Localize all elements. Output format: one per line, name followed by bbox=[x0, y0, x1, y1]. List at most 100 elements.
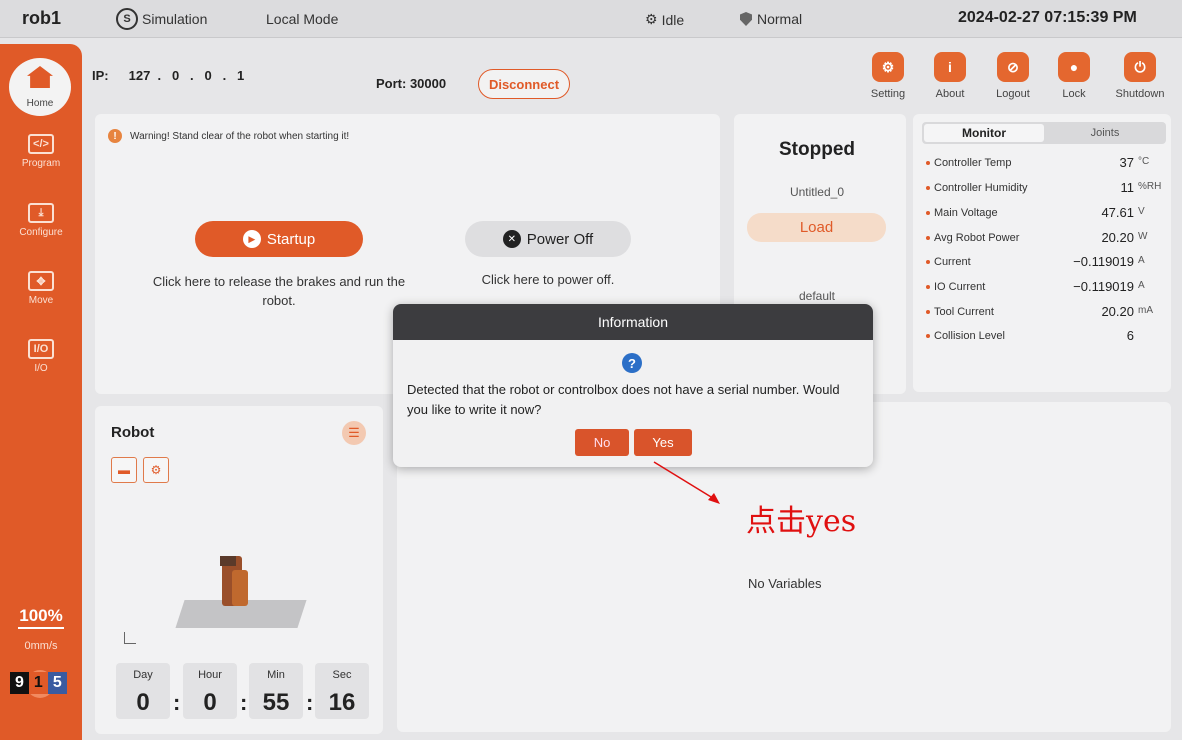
axis-indicator bbox=[124, 632, 136, 644]
arrow-line bbox=[653, 461, 717, 501]
logout-button[interactable]: ⊘ Logout bbox=[983, 52, 1043, 100]
power-off-button[interactable]: ✕ Power Off bbox=[465, 221, 631, 257]
timer-label: Sec bbox=[332, 669, 352, 681]
io-icon: I/O bbox=[28, 339, 54, 359]
robot-name: rob1 bbox=[22, 8, 62, 28]
timer-hour: Hour 0 bbox=[183, 663, 237, 719]
bullet bbox=[926, 211, 930, 215]
disconnect-button[interactable]: Disconnect bbox=[478, 69, 570, 99]
timer-value: 0 bbox=[136, 689, 150, 716]
monitor-row-unit: A bbox=[1138, 280, 1145, 291]
timer-label: Hour bbox=[198, 669, 222, 681]
simulation-indicator: S Simulation bbox=[116, 8, 207, 30]
program-name: Untitled_0 bbox=[789, 185, 845, 199]
monitor-row-unit: V bbox=[1138, 206, 1145, 217]
timer-day: Day 0 bbox=[116, 663, 170, 719]
sidebar-item-program[interactable]: </> Program bbox=[0, 134, 82, 169]
monitor-row-name: Collision Level bbox=[934, 330, 1005, 342]
timer-separator: : bbox=[240, 690, 248, 715]
bullet bbox=[926, 334, 930, 338]
ip-address: 127 . 0 . 0 . 1 bbox=[128, 68, 245, 83]
robot-view-button[interactable]: ⚙ bbox=[143, 457, 169, 483]
startup-hint: Click here to release the brakes and run… bbox=[152, 274, 406, 308]
monitor-row-value: 11 bbox=[1120, 180, 1135, 195]
datetime: 2024-02-27 07:15:39 PM bbox=[958, 9, 1137, 26]
shutdown-button[interactable]: ⏻ Shutdown bbox=[1110, 52, 1170, 100]
setting-label: Setting bbox=[870, 88, 906, 100]
load-button[interactable]: Load bbox=[747, 213, 886, 242]
power-icon: ⏻ bbox=[1124, 52, 1156, 82]
default-label: default bbox=[798, 289, 836, 303]
arrow-head bbox=[708, 493, 720, 504]
monitor-tabs: Monitor Joints bbox=[922, 122, 1166, 144]
tab-monitor[interactable]: Monitor bbox=[924, 124, 1044, 142]
sidebar-item-label: I/O bbox=[34, 363, 48, 374]
sidebar: Home </> Program ⤓ Configure ✥ Move I/O … bbox=[0, 44, 82, 740]
speed-value: 0mm/s bbox=[24, 640, 58, 652]
startup-label: Startup bbox=[266, 230, 316, 248]
warning-banner: ! Warning! Stand clear of the robot when… bbox=[108, 129, 349, 143]
robot-arm-joint bbox=[220, 556, 236, 566]
timer-sec: Sec 16 bbox=[315, 663, 369, 719]
speed-percentage[interactable]: 100% bbox=[0, 606, 82, 626]
monitor-row-value: 6 bbox=[1126, 328, 1134, 343]
monitor-row-value: 37 bbox=[1119, 155, 1134, 170]
sidebar-item-io[interactable]: I/O I/O bbox=[0, 339, 82, 374]
startup-button[interactable]: ▶ Startup bbox=[195, 221, 363, 257]
lock-label: Lock bbox=[1062, 88, 1086, 100]
about-label: About bbox=[935, 88, 965, 100]
lock-button[interactable]: ● Lock bbox=[1044, 52, 1104, 100]
top-status-bar: rob1 S Simulation Local Mode ⚙ Idle Norm… bbox=[0, 0, 1182, 38]
base-icon: ▬ bbox=[118, 463, 130, 477]
safety-status-label: Normal bbox=[757, 11, 803, 27]
monitor-row: IO Current −0.119019 A bbox=[926, 279, 1166, 299]
safety-status: Normal bbox=[740, 11, 802, 27]
gear-icon: ⚙ bbox=[872, 52, 904, 82]
tab-joints[interactable]: Joints bbox=[1046, 124, 1164, 142]
monitor-row-value: 47.61 bbox=[1101, 205, 1134, 220]
monitor-row-name: Controller Humidity bbox=[934, 182, 1028, 194]
monitor-row-name: Main Voltage bbox=[934, 207, 998, 219]
robot-menu-button[interactable]: ☰ bbox=[342, 421, 366, 445]
shutdown-label: Shutdown bbox=[1115, 88, 1165, 100]
bullet bbox=[926, 186, 930, 190]
monitor-row-name: Current bbox=[934, 256, 971, 268]
sidebar-item-configure[interactable]: ⤓ Configure bbox=[0, 203, 82, 238]
sidebar-item-home[interactable]: Home bbox=[9, 58, 71, 116]
monitor-row: Controller Temp 37 °C bbox=[926, 155, 1166, 175]
sidebar-item-move[interactable]: ✥ Move bbox=[0, 271, 82, 306]
logout-icon: ⊘ bbox=[997, 52, 1029, 82]
bullet bbox=[926, 260, 930, 264]
monitor-row: Tool Current 20.20 mA bbox=[926, 304, 1166, 324]
robot-panel-title: Robot bbox=[111, 424, 155, 441]
ip-label: IP: bbox=[92, 68, 109, 83]
code-icon: </> bbox=[28, 134, 54, 154]
monitor-row-unit: A bbox=[1138, 255, 1145, 266]
simulation-label: Simulation bbox=[142, 11, 208, 27]
port-label: Port: 30000 bbox=[376, 76, 447, 91]
robot-status-icon: ⚙ bbox=[645, 11, 658, 27]
timer-value: 55 bbox=[262, 689, 290, 716]
program-state: Stopped bbox=[779, 139, 855, 160]
setting-button[interactable]: ⚙ Setting bbox=[858, 52, 918, 100]
yes-button[interactable]: Yes bbox=[634, 429, 692, 456]
timer-value: 16 bbox=[328, 689, 356, 716]
robot-status-label: Idle bbox=[661, 11, 685, 28]
warning-text: Warning! Stand clear of the robot when s… bbox=[130, 130, 350, 142]
no-button[interactable]: No bbox=[575, 429, 629, 456]
monitor-row-name: Tool Current bbox=[934, 306, 994, 318]
sidebar-item-label: Configure bbox=[19, 227, 63, 238]
robot-status: ⚙ Idle bbox=[645, 11, 684, 28]
digit: 5 bbox=[47, 672, 67, 694]
menu-icon: ☰ bbox=[348, 425, 360, 440]
sidebar-item-label: Home bbox=[26, 98, 54, 109]
timer-label: Day bbox=[133, 669, 153, 681]
sidebar-item-label: Program bbox=[21, 158, 61, 169]
base-view-button[interactable]: ▬ bbox=[111, 457, 137, 483]
mode-label: Local Mode bbox=[266, 11, 339, 27]
annotation-arrow bbox=[653, 461, 720, 504]
monitor-row-unit: W bbox=[1138, 231, 1148, 242]
bullet bbox=[926, 161, 930, 165]
info-icon: i bbox=[934, 52, 966, 82]
about-button[interactable]: i About bbox=[920, 52, 980, 100]
